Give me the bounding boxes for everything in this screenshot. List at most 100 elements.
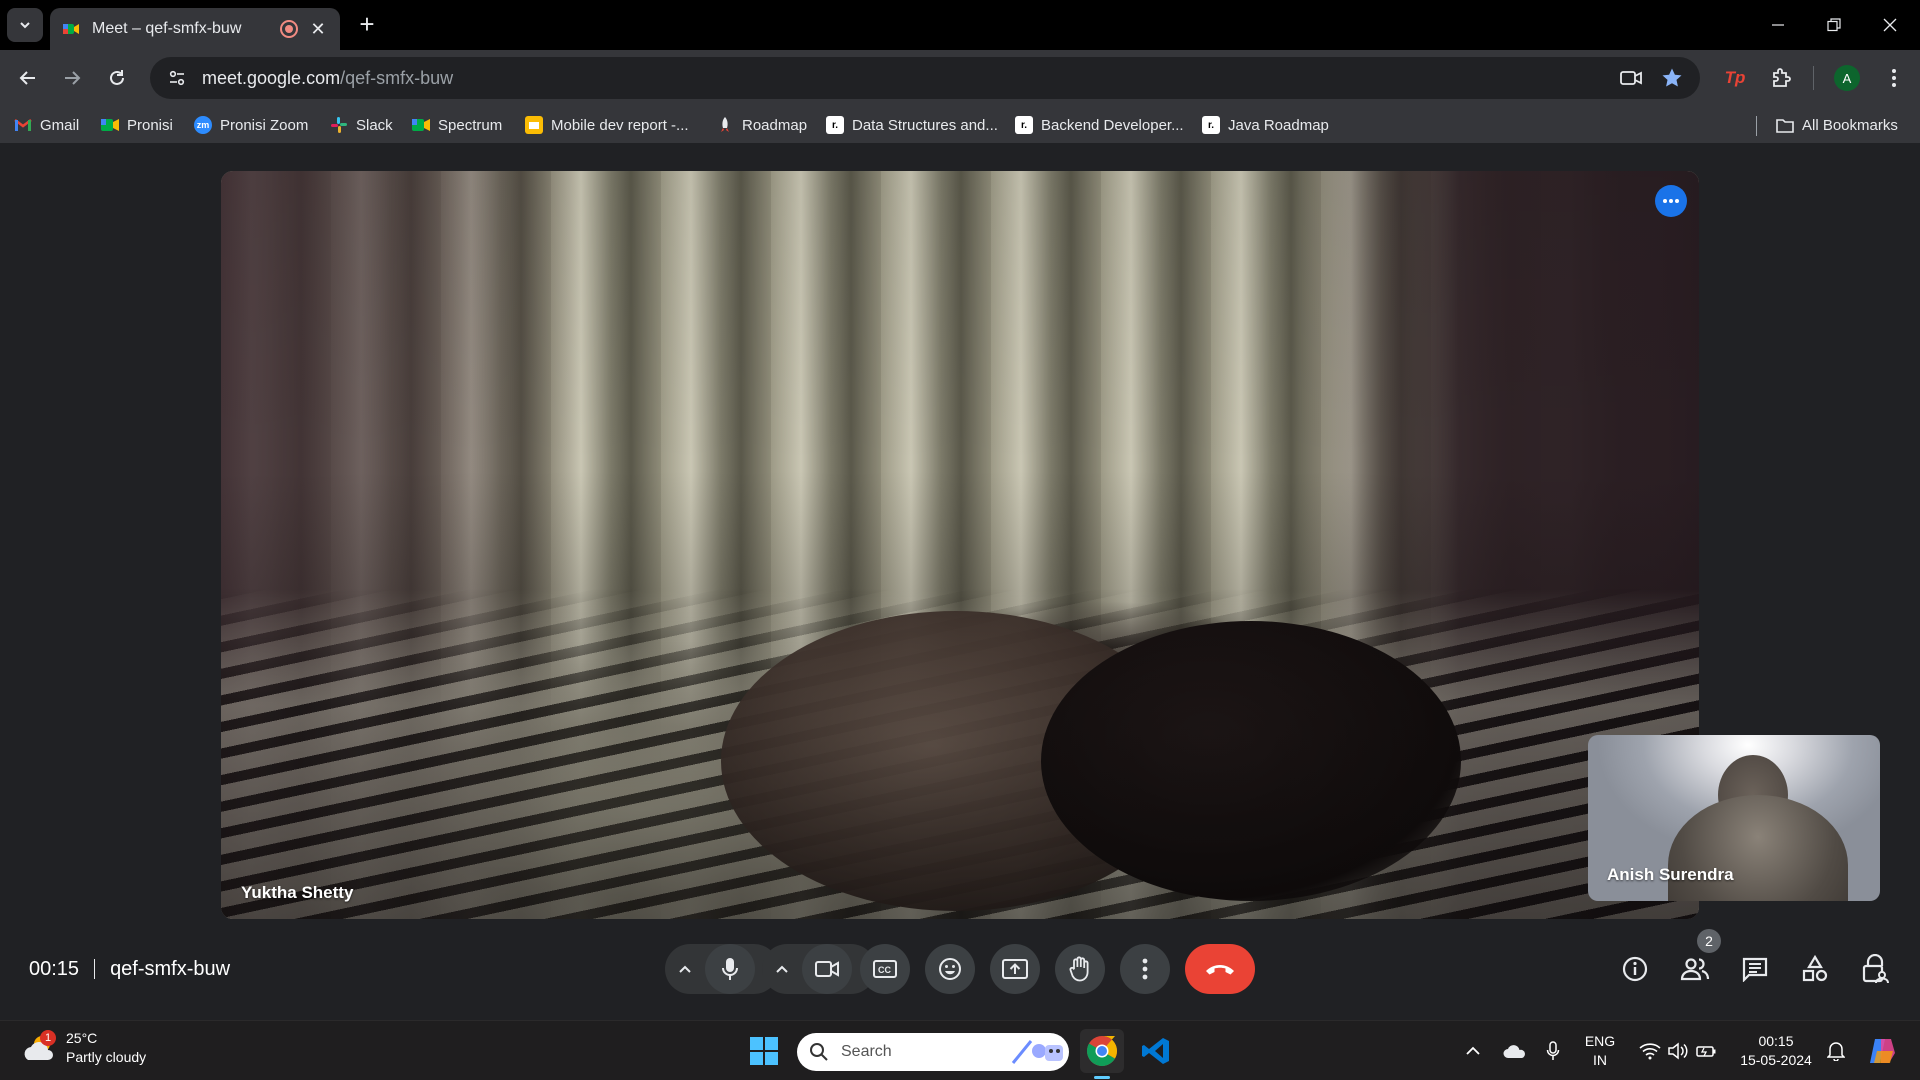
bookmark-pronisi[interactable]: Pronisi — [101, 112, 173, 138]
microphone-tray-icon[interactable] — [1540, 1031, 1566, 1071]
taskbar-search[interactable]: Search — [797, 1033, 1069, 1071]
notification-bell-icon — [1827, 1042, 1845, 1061]
chevron-up-icon — [776, 965, 788, 973]
restore-button[interactable] — [1806, 0, 1862, 50]
clock-time: 00:15 — [1758, 1033, 1794, 1049]
bookmark-java-roadmap[interactable]: r. Java Roadmap — [1202, 112, 1329, 138]
language-line2: IN — [1593, 1052, 1607, 1068]
chrome-icon — [1087, 1036, 1118, 1067]
self-view-tile[interactable]: Anish Surendra — [1588, 735, 1880, 901]
forward-button[interactable] — [54, 60, 90, 96]
battery-icon — [1696, 1046, 1716, 1057]
chat-icon — [1742, 957, 1768, 982]
all-bookmarks-button[interactable]: All Bookmarks — [1776, 112, 1898, 138]
audio-options-button[interactable] — [665, 944, 705, 994]
back-button[interactable] — [10, 60, 46, 96]
emoji-icon — [939, 958, 961, 980]
chrome-menu-button[interactable] — [1876, 60, 1912, 96]
main-participant-tile[interactable]: Yuktha Shetty — [221, 171, 1699, 919]
bookmark-gmail[interactable]: Gmail — [14, 112, 79, 138]
start-button[interactable] — [742, 1029, 786, 1073]
clock[interactable]: 00:15 15-05-2024 — [1732, 1031, 1820, 1071]
close-window-button[interactable] — [1862, 0, 1918, 50]
participant-name: Yuktha Shetty — [241, 883, 354, 902]
search-placeholder: Search — [841, 1043, 892, 1060]
present-screen-icon — [1002, 959, 1028, 979]
address-bar[interactable]: meet.google.com/qef-smfx-buw — [150, 57, 1700, 99]
url-path: /qef-smfx-buw — [340, 67, 454, 88]
notifications-button[interactable] — [1822, 1031, 1850, 1071]
activities-button[interactable] — [1790, 944, 1840, 994]
meeting-details-button[interactable] — [1610, 944, 1660, 994]
bookmark-label: Gmail — [40, 116, 80, 134]
roadmap-sh-icon: r. — [1015, 116, 1033, 134]
language-line1: ENG — [1584, 1033, 1616, 1049]
language-indicator[interactable]: ENG IN — [1574, 1031, 1626, 1071]
closed-captions-icon: CC — [873, 960, 897, 978]
tab-search-button[interactable] — [7, 8, 43, 42]
extensions-puzzle-icon[interactable] — [1763, 60, 1799, 96]
more-options-button[interactable] — [1120, 944, 1170, 994]
extension-tp-icon[interactable]: Tp — [1717, 60, 1753, 96]
bookmark-label: Mobile dev report -... — [551, 116, 689, 134]
bookmark-data-structures[interactable]: r. Data Structures and... — [826, 112, 998, 138]
onedrive-icon[interactable] — [1500, 1031, 1530, 1071]
browser-toolbar: meet.google.com/qef-smfx-buw Tp A — [0, 50, 1920, 106]
meeting-timer: 00:15 — [29, 957, 80, 980]
svg-text:CC: CC — [878, 965, 891, 975]
video-options-button[interactable] — [762, 944, 802, 994]
close-icon — [1883, 18, 1897, 32]
clock-date: 15-05-2024 — [1740, 1052, 1812, 1068]
taskbar-vscode[interactable] — [1134, 1029, 1178, 1073]
chat-button[interactable] — [1730, 944, 1780, 994]
bookmark-slack[interactable]: Slack — [330, 112, 393, 138]
bookmark-label: Spectrum — [438, 116, 503, 134]
new-tab-button[interactable]: + — [352, 10, 382, 40]
reload-button[interactable] — [99, 60, 135, 96]
raise-hand-button[interactable] — [1055, 944, 1105, 994]
copilot-button[interactable] — [1862, 1031, 1902, 1071]
active-app-indicator — [1094, 1076, 1110, 1079]
bookmark-spectrum[interactable]: Spectrum — [412, 112, 502, 138]
kebab-menu-icon — [1892, 69, 1896, 87]
minimize-icon — [1772, 24, 1784, 26]
bookmark-mobile-dev-report[interactable]: Mobile dev report -... — [525, 112, 689, 138]
host-controls-button[interactable] — [1850, 944, 1900, 994]
show-hidden-icons-button[interactable] — [1460, 1031, 1486, 1071]
leave-call-button[interactable] — [1185, 944, 1255, 994]
video-frame-shade — [221, 171, 1699, 919]
participant-count-badge: 2 — [1697, 929, 1721, 953]
bookmark-roadmap[interactable]: Roadmap — [716, 112, 807, 138]
bookmarks-bar: Gmail Pronisi zm Pronisi Zoom Slack Spec… — [0, 106, 1920, 144]
reload-icon — [110, 70, 124, 85]
quick-settings-button[interactable] — [1634, 1031, 1722, 1071]
minimize-button[interactable] — [1750, 0, 1806, 50]
speaker-icon — [1668, 1042, 1688, 1060]
reactions-button[interactable] — [925, 944, 975, 994]
shapes-icon — [1802, 955, 1828, 982]
self-participant-name: Anish Surendra — [1607, 865, 1734, 884]
bookmark-backend-developer[interactable]: r. Backend Developer... — [1015, 112, 1184, 138]
toolbar-divider — [1813, 66, 1814, 90]
restore-icon — [1827, 18, 1841, 32]
bookmark-label: Slack — [356, 116, 393, 134]
tile-more-options-button[interactable] — [1655, 185, 1687, 217]
bookmark-pronisi-zoom[interactable]: zm Pronisi Zoom — [194, 112, 308, 138]
weather-text: 25°C Partly cloudy — [66, 1029, 146, 1067]
present-screen-button[interactable] — [990, 944, 1040, 994]
bookmark-label: Roadmap — [742, 116, 808, 134]
bookmark-star-icon[interactable] — [1654, 60, 1690, 96]
camera-in-use-icon[interactable] — [1613, 60, 1649, 96]
weather-widget[interactable]: 1 25°C Partly cloudy — [22, 1029, 146, 1067]
captions-button[interactable]: CC — [860, 944, 910, 994]
url-host: meet.google.com — [202, 67, 341, 88]
camera-button[interactable] — [802, 944, 852, 994]
site-info-icon[interactable] — [160, 61, 194, 95]
taskbar-chrome[interactable] — [1080, 1029, 1124, 1073]
tab-close-icon[interactable]: ✕ — [308, 19, 328, 40]
lock-person-icon — [1862, 954, 1889, 984]
profile-avatar[interactable]: A — [1829, 60, 1865, 96]
microphone-button[interactable] — [705, 944, 755, 994]
active-tab[interactable]: Meet – qef-smfx-buw ✕ — [50, 8, 340, 50]
arrow-right-icon — [65, 71, 81, 85]
